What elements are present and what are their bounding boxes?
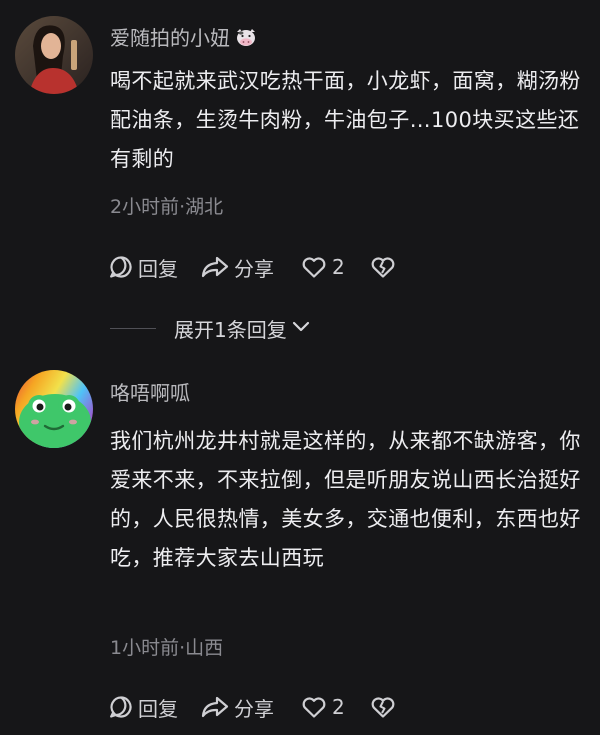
comment-actions: 回复 分享 2 [108,692,397,722]
like-button[interactable]: 2 [300,254,345,280]
username[interactable]: 咯唔啊呱 [110,379,190,407]
share-label: 分享 [234,256,274,281]
like-count: 2 [332,695,345,719]
username[interactable]: 爱随拍的小妞 [110,24,258,54]
reply-label: 回复 [138,256,178,281]
chevron-down-icon [287,316,311,341]
comment-text: 喝不起就来武汉吃热干面，小龙虾，面窝，糊汤粉配油条，生烫牛肉粉，牛油包子…100… [110,69,581,171]
comment-meta: 2小时前·湖北 [110,196,224,218]
broken-heart-icon [369,694,397,720]
share-icon [200,254,230,280]
cow-icon [234,26,258,54]
like-button[interactable]: 2 [300,694,345,720]
reply-icon [108,694,134,720]
reply-icon [108,254,134,280]
username-text: 爱随拍的小妞 [110,26,230,50]
heart-icon [300,694,328,720]
broken-heart-icon [369,254,397,280]
share-button[interactable]: 分享 [200,253,274,282]
share-icon [200,694,230,720]
username-text: 咯唔啊呱 [110,381,190,405]
reply-label: 回复 [138,696,178,721]
avatar[interactable] [15,370,93,448]
share-label: 分享 [234,696,274,721]
comment-text: 我们杭州龙井村就是这样的，从来都不缺游客，你爱来不来，不来拉倒，但是听朋友说山西… [110,429,581,570]
heart-icon [300,254,328,280]
divider-line [110,327,156,329]
comment-meta: 1小时前·山西 [110,637,224,659]
expand-replies-button[interactable]: 展开1条回复 [110,313,311,343]
dislike-button[interactable] [369,694,397,720]
comment-actions: 回复 分享 2 [108,252,397,282]
dislike-button[interactable] [369,254,397,280]
reply-button[interactable]: 回复 [108,253,178,282]
like-count: 2 [332,255,345,279]
reply-button[interactable]: 回复 [108,693,178,722]
share-button[interactable]: 分享 [200,693,274,722]
expand-replies-label: 展开1条回复 [174,317,287,342]
avatar[interactable] [15,16,93,94]
